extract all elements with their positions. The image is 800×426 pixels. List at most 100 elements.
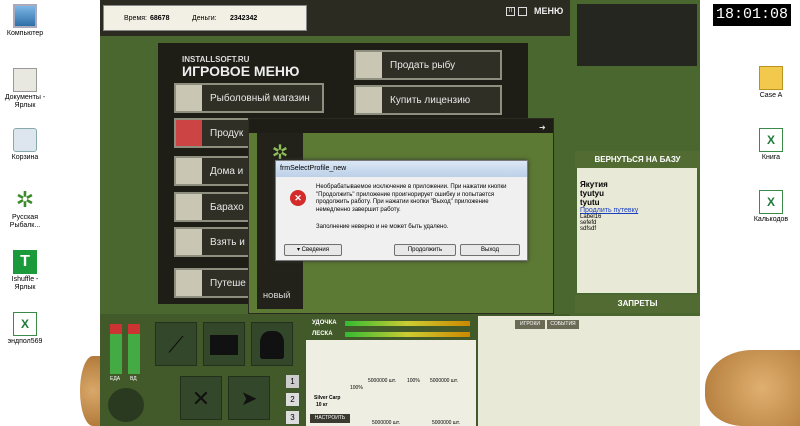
line-bar	[345, 332, 470, 337]
desktop-icon-shuffle[interactable]: T Ishuffle - Ярлык	[2, 250, 48, 292]
desktop-icon-book[interactable]: X Книга	[748, 128, 794, 162]
fish-slot[interactable]: ➤	[228, 376, 270, 420]
menu-item-houses[interactable]: Дома и	[174, 156, 254, 186]
rod-slot[interactable]: ⟋	[155, 322, 197, 366]
return-to-base-button[interactable]: ВЕРНУТЬСЯ НА БАЗУ	[575, 151, 700, 169]
fork-knife-icon: ✕	[191, 386, 211, 411]
fish-icon	[356, 52, 382, 78]
menu-item-label: Дома и	[210, 165, 244, 177]
dialog-message: Необрабатываемое исключение в приложении…	[316, 184, 507, 213]
recycle-bin-icon	[13, 128, 37, 152]
rod-bar-label: УДОЧКА	[312, 320, 337, 326]
food-slot[interactable]: ✕	[180, 376, 222, 420]
bans-button[interactable]: ЗАПРЕТЫ	[575, 295, 700, 313]
page-button-2[interactable]: 2	[286, 393, 299, 406]
menu-item-label: Продать рыбу	[390, 59, 456, 71]
desktop-icon-russian-fishing[interactable]: ✲ Русская Рыбалк...	[2, 188, 48, 230]
tab-players[interactable]: ИГРОКИ	[515, 320, 545, 329]
fishing-rod-icon: ⟋	[168, 332, 184, 357]
menu-item-label: Взять и	[210, 236, 245, 248]
sound-icon[interactable]	[518, 7, 527, 16]
page-button-3[interactable]: 3	[286, 411, 299, 424]
money-value: 2342342	[230, 15, 258, 22]
page-button-1[interactable]: 1	[286, 375, 299, 388]
desktop-icon-label: эндпол569	[7, 338, 43, 345]
money-icon	[176, 194, 202, 220]
butterfly-icon: ✲	[15, 187, 35, 212]
excel-icon: X	[759, 128, 783, 152]
money-label: Деньги:	[192, 15, 217, 22]
percent-1: 100%	[350, 385, 363, 391]
clock-widget: 18:01:08	[713, 4, 791, 26]
desktop-icon-label: Русская Рыбалк...	[9, 214, 41, 229]
computer-icon	[13, 4, 37, 28]
decorative-fur	[705, 350, 800, 426]
menu-item-sell-fish[interactable]: Продать рыбу	[354, 50, 502, 80]
menu-item-label: Путеше	[210, 277, 246, 289]
t-app-icon: T	[13, 250, 37, 274]
berries-icon	[176, 120, 202, 146]
documents-icon	[13, 68, 37, 92]
tab-events[interactable]: СОБЫТИЯ	[547, 320, 579, 329]
desktop-icon-recycle-bin[interactable]: Корзина	[2, 128, 48, 162]
desktop-icon-folder[interactable]: Case A	[748, 66, 794, 100]
excel-icon: X	[759, 190, 783, 214]
amount-3: 5000000 шт.	[372, 420, 400, 426]
menu-item-products[interactable]: Продук	[174, 118, 254, 148]
desktop-icon-label: Case A	[759, 92, 783, 99]
menu-item-junk[interactable]: Барахо	[174, 192, 254, 222]
fish-name: Silver Carp	[314, 395, 341, 401]
desktop-icon-excel-file[interactable]: X эндпол569	[2, 312, 48, 346]
settings-button[interactable]: НАСТРОИТЬ	[310, 414, 350, 423]
error-dialog: frmSelectProfile_new ✕ Необрабатываемое …	[275, 160, 528, 261]
percent-2: 100%	[407, 378, 420, 384]
tackle-box-icon	[210, 335, 238, 355]
events-area	[478, 316, 700, 426]
piggy-bank-icon	[176, 229, 202, 255]
continue-button[interactable]: Продолжить	[394, 244, 456, 256]
desktop-icon-label: Компьютер	[6, 30, 44, 37]
pause-icon[interactable]: II	[506, 7, 515, 16]
menu-item-travel[interactable]: Путеше	[174, 268, 254, 298]
cauldron-icon[interactable]	[108, 388, 144, 422]
desktop-icon-computer[interactable]: Компьютер	[2, 4, 48, 38]
dialog-detail: Заполнение неверно и не может быть удале…	[316, 224, 449, 230]
tackle-box-slot[interactable]	[203, 322, 245, 366]
dialog-title: frmSelectProfile_new	[276, 161, 527, 177]
exit-button[interactable]: Выход	[460, 244, 520, 256]
minimap	[577, 4, 697, 66]
license-icon	[356, 87, 382, 113]
new-profile-button[interactable]: НОВЫЙ	[263, 293, 290, 300]
extend-permit-link[interactable]: Продлить путевку	[580, 207, 694, 214]
menu-item-label: Продук	[210, 127, 244, 139]
desktop-icon-label: Калькодов	[753, 216, 789, 223]
fish-icon: ➤	[240, 388, 258, 410]
next-arrow-icon[interactable]: ➜	[539, 123, 546, 132]
menu-item-take[interactable]: Взять и	[174, 227, 254, 257]
fisherman-icon	[260, 331, 284, 359]
desktop-icon-documents[interactable]: Документы - Ярлык	[2, 68, 48, 110]
house-icon	[176, 158, 202, 184]
time-value: 68678	[150, 15, 170, 22]
ship-wheel-icon	[176, 270, 202, 296]
desktop-icon-label: Корзина	[11, 154, 39, 161]
meter-label-water: ВД	[130, 376, 137, 382]
extra-line: sdfsdf	[580, 226, 597, 232]
desktop-icon-label: Книга	[761, 154, 781, 161]
menu-item-label: Барахо	[210, 201, 244, 213]
details-button[interactable]: ▾ Сведения	[284, 244, 342, 256]
menu-button[interactable]: МЕНЮ	[534, 6, 563, 16]
amount-1: 5000000 шт.	[368, 378, 396, 384]
menu-item-fishing-shop[interactable]: Рыболовный магазин	[174, 83, 324, 113]
amount-2: 5000000 шт.	[430, 378, 458, 384]
meter-label-food: ЕДА	[110, 376, 121, 382]
location-name: Якутия	[580, 180, 608, 189]
desktop-icon-spreadsheet[interactable]: X Калькодов	[748, 190, 794, 224]
amount-4: 5000000 шт.	[432, 420, 460, 426]
menu-logo-title: ИГРОВОЕ МЕНЮ	[182, 63, 300, 79]
fisherman-slot[interactable]	[251, 322, 293, 366]
stats-panel: Время: 68678 Деньги: 2342342	[103, 5, 307, 31]
menu-item-buy-license[interactable]: Купить лицензию	[354, 85, 502, 115]
desktop-icon-label: Документы - Ярлык	[4, 94, 46, 109]
info-line: tyutyu	[580, 189, 604, 198]
